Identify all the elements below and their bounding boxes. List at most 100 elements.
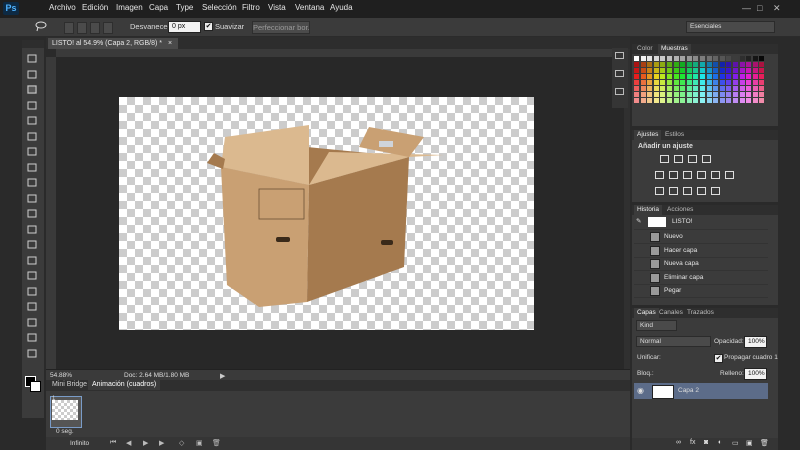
color-swatch[interactable] (686, 62, 692, 67)
frame-delay-select[interactable]: 0 seg. (56, 428, 74, 435)
color-swatch[interactable] (752, 62, 758, 67)
color-swatch[interactable] (673, 56, 679, 61)
color-swatch[interactable] (746, 56, 752, 61)
tab-animation[interactable]: Animación (cuadros) (88, 380, 161, 390)
color-swatch[interactable] (752, 68, 758, 73)
color-swatch[interactable] (686, 56, 692, 61)
color-swatch[interactable] (759, 98, 765, 103)
history-brush-icon[interactable] (27, 194, 37, 203)
color-swatch[interactable] (686, 74, 692, 79)
swatch-grid[interactable] (634, 56, 768, 104)
new-selection-icon[interactable] (64, 22, 74, 34)
color-swatch[interactable] (719, 56, 725, 61)
lasso-tool-preset-icon[interactable] (34, 21, 48, 34)
magic-wand-tool-icon[interactable] (27, 101, 37, 110)
move-tool-icon[interactable] (27, 54, 37, 63)
actions-mini-icon[interactable] (615, 88, 624, 95)
tab-paths[interactable]: Trazados (684, 308, 717, 318)
tab-channels[interactable]: Canales (656, 308, 686, 318)
history-item[interactable]: Nuevo (634, 230, 768, 244)
color-swatch[interactable] (733, 68, 738, 73)
color-swatch[interactable] (700, 68, 705, 73)
color-swatch[interactable] (706, 74, 712, 79)
color-swatch[interactable] (680, 68, 686, 73)
color-swatch[interactable] (739, 74, 745, 79)
menu-ventana[interactable]: Ventana (295, 3, 324, 12)
color-swatch[interactable] (647, 56, 653, 61)
color-swatch[interactable] (673, 74, 679, 79)
color-swatch[interactable] (647, 80, 653, 85)
color-swatch[interactable] (713, 62, 719, 67)
color-swatch[interactable] (660, 62, 666, 67)
new-group-icon[interactable]: ▭ (732, 439, 739, 447)
color-swatch[interactable] (653, 86, 659, 91)
color-swatch[interactable] (752, 74, 758, 79)
color-swatch[interactable] (726, 86, 732, 91)
color-swatch[interactable] (746, 74, 752, 79)
color-swatch[interactable] (634, 68, 639, 73)
propagate-checkbox[interactable]: ✔ (714, 354, 723, 363)
color-swatch[interactable] (759, 62, 765, 67)
color-swatch[interactable] (739, 98, 745, 103)
antialias-checkbox[interactable]: ✔ (204, 22, 213, 31)
color-swatch[interactable] (739, 92, 745, 97)
color-swatch[interactable] (733, 56, 738, 61)
color-swatch[interactable] (647, 98, 653, 103)
color-swatch[interactable] (739, 56, 745, 61)
color-swatch[interactable] (759, 80, 765, 85)
gradient-map-icon[interactable] (711, 187, 720, 195)
eyedropper-tool-icon[interactable] (27, 132, 37, 141)
color-swatch[interactable] (706, 68, 712, 73)
color-swatch[interactable] (653, 62, 659, 67)
tab-styles[interactable]: Estilos (662, 130, 687, 140)
color-balance-icon[interactable] (683, 171, 692, 179)
tab-adjustments[interactable]: Ajustes (634, 130, 662, 140)
color-swatch[interactable] (686, 86, 692, 91)
menu-type[interactable]: Type (176, 3, 193, 12)
previous-frame-icon[interactable]: ◀ (126, 439, 131, 447)
menu-vista[interactable]: Vista (268, 3, 286, 12)
color-swatch[interactable] (667, 62, 672, 67)
color-swatch[interactable] (640, 62, 646, 67)
vibrance-icon[interactable] (655, 171, 664, 179)
color-swatch[interactable] (733, 98, 738, 103)
color-swatch[interactable] (660, 92, 666, 97)
delete-layer-icon[interactable]: 🗑 (760, 439, 769, 447)
background-color-swatch[interactable] (30, 381, 41, 392)
color-swatch[interactable] (680, 86, 686, 91)
color-swatch[interactable] (693, 56, 699, 61)
play-icon[interactable]: ▶ (143, 439, 148, 447)
color-swatch[interactable] (686, 80, 692, 85)
maximize-button[interactable]: □ (757, 3, 762, 13)
first-frame-icon[interactable]: ⏮ (110, 439, 116, 447)
color-swatch[interactable] (752, 80, 758, 85)
color-swatch[interactable] (640, 74, 646, 79)
color-swatch[interactable] (680, 74, 686, 79)
color-swatch[interactable] (752, 86, 758, 91)
eraser-tool-icon[interactable] (27, 209, 37, 218)
color-swatch[interactable] (700, 92, 705, 97)
fill-input[interactable]: 100% (744, 368, 767, 380)
color-swatch[interactable] (746, 80, 752, 85)
color-swatch[interactable] (667, 68, 672, 73)
color-swatch[interactable] (647, 92, 653, 97)
link-layers-icon[interactable]: ∞ (676, 439, 681, 446)
layer-mask-icon[interactable]: ◙ (704, 439, 708, 446)
color-swatch[interactable] (713, 92, 719, 97)
layer-filter-select[interactable]: Kind (636, 320, 677, 331)
color-swatch[interactable] (667, 98, 672, 103)
close-window-button[interactable]: ✕ (773, 3, 781, 14)
blur-tool-icon[interactable] (27, 240, 37, 249)
color-swatch[interactable] (739, 68, 745, 73)
color-swatch[interactable] (700, 86, 705, 91)
color-swatch[interactable] (667, 92, 672, 97)
color-swatch[interactable] (700, 62, 705, 67)
tab-actions[interactable]: Acciones (664, 205, 696, 215)
color-swatch[interactable] (693, 62, 699, 67)
color-swatch[interactable] (653, 56, 659, 61)
crop-tool-icon[interactable] (27, 116, 37, 125)
color-swatch[interactable] (726, 74, 732, 79)
color-swatch[interactable] (700, 80, 705, 85)
color-swatch[interactable] (733, 86, 738, 91)
color-swatch[interactable] (680, 80, 686, 85)
